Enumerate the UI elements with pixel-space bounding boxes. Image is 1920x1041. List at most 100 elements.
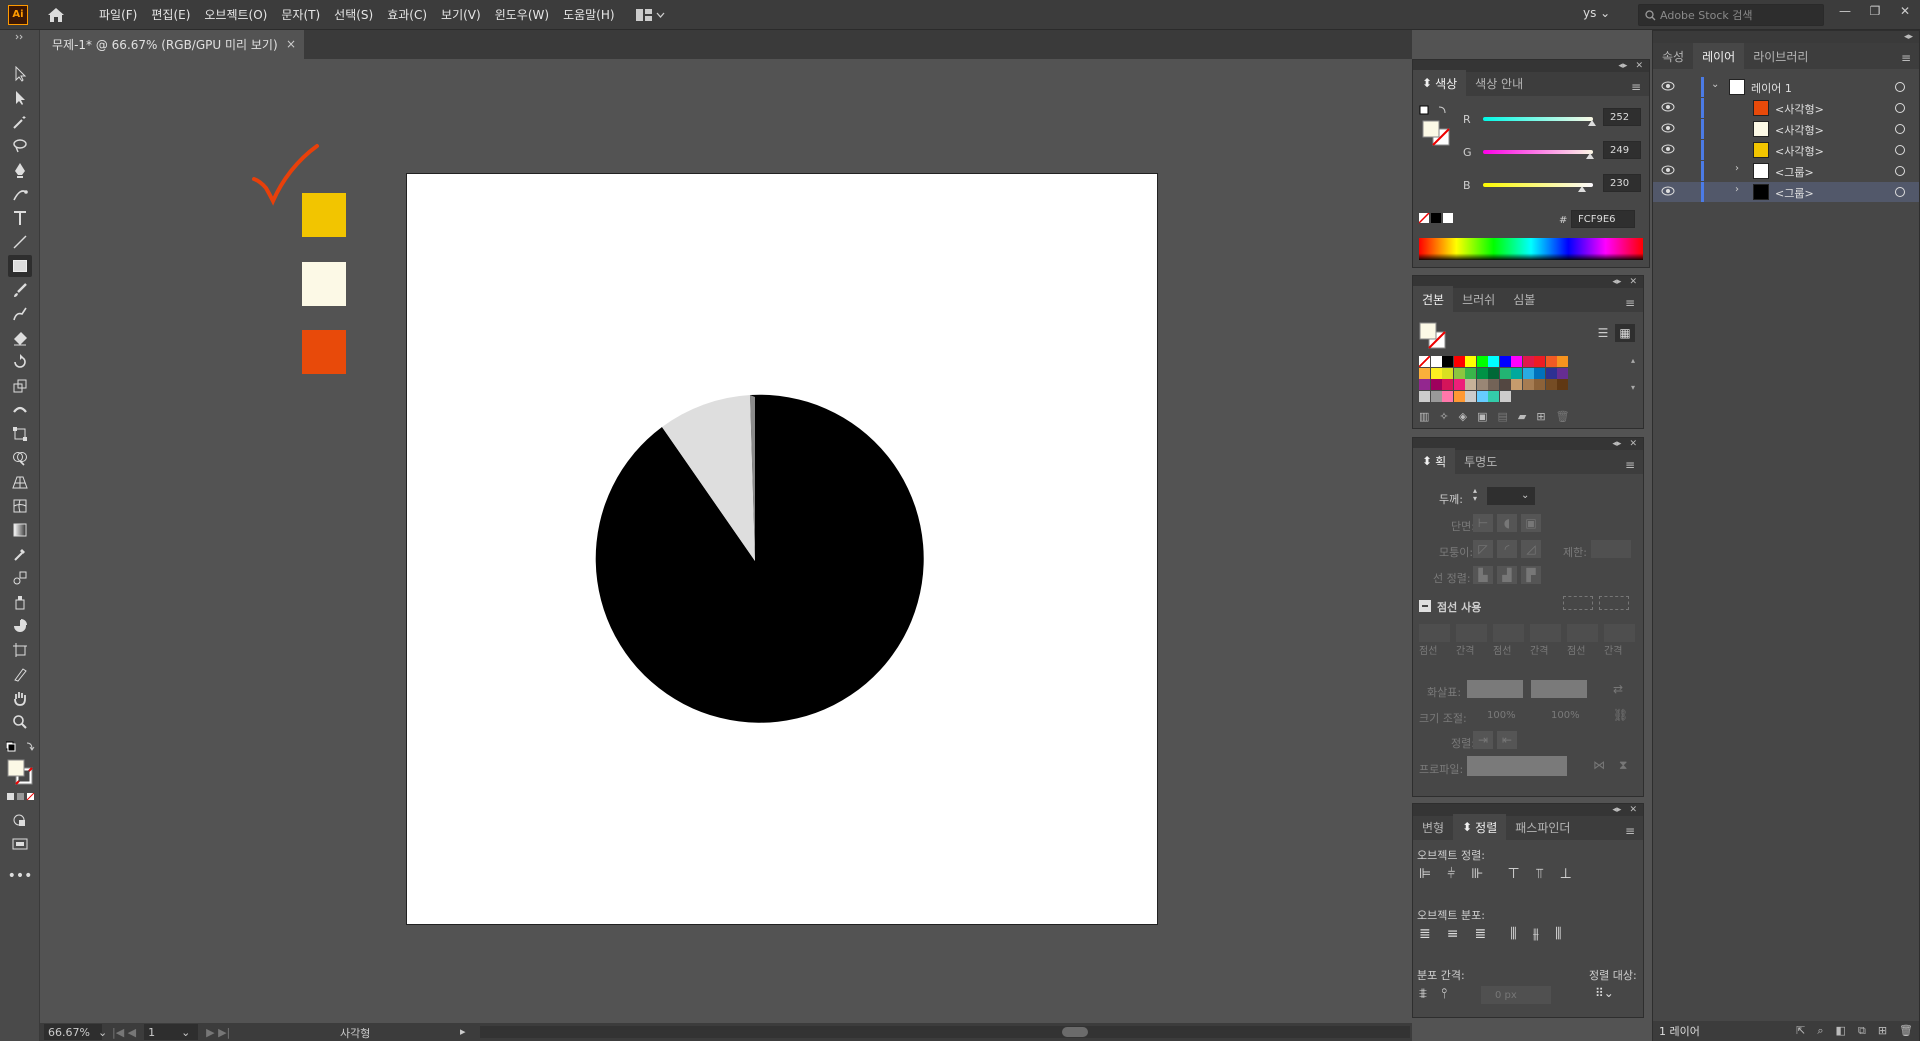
swatch-chip[interactable] [1442,390,1453,402]
zoom-tool-icon[interactable] [8,711,32,733]
swatch-chip[interactable] [1453,356,1465,367]
layer-row-rect-3[interactable]: <사각형> [1653,140,1919,160]
swatch-chip[interactable] [1430,367,1442,379]
status-arrow-icon[interactable]: ▸ [460,1025,466,1038]
pen-tool-icon[interactable] [8,159,32,181]
swatch-chip[interactable] [1511,379,1522,390]
align-vcenter-icon[interactable]: ⫪ [1536,866,1544,882]
distribute-bottom-icon[interactable]: ≣ [1474,926,1486,942]
target-circle-icon[interactable] [1895,103,1905,113]
swatch-chip[interactable] [1465,379,1476,390]
end-arrowhead-select[interactable] [1531,680,1587,698]
swatch-chip[interactable] [1419,379,1430,390]
swatch-chip[interactable] [1545,367,1557,379]
panel-menu-icon[interactable]: ≡ [1631,80,1641,94]
eyedropper-tool-icon[interactable] [8,543,32,565]
object-name[interactable]: <사각형> [1775,122,1824,138]
screen-mode-icon[interactable] [8,833,32,855]
align-left-icon[interactable]: ⊫ [1419,866,1431,882]
swatch-chip[interactable] [1522,356,1534,367]
tab-color[interactable]: ⬍ 색상 [1413,70,1467,96]
pie-graphic[interactable] [407,174,1157,924]
visibility-eye-icon[interactable] [1661,102,1675,115]
swatch-chip[interactable] [1534,367,1545,379]
visibility-eye-icon[interactable] [1661,186,1675,199]
swatch-chip[interactable] [1430,379,1442,390]
swatch-chip[interactable] [1442,367,1453,379]
visibility-eye-icon[interactable] [1661,165,1675,178]
artboard-last-icon[interactable]: ▶ ▶| [206,1026,230,1039]
clipping-mask-icon[interactable]: ◧ [1836,1024,1846,1038]
gradient-tool-icon[interactable] [8,519,32,541]
symbol-sprayer-tool-icon[interactable] [8,591,32,613]
distribute-left-icon[interactable]: ⫼ [1510,926,1516,942]
minimize-button[interactable]: — [1830,0,1860,22]
panel-menu-icon[interactable]: ≡ [1625,458,1635,472]
add-to-swatches-icon[interactable]: ▣ [1477,410,1487,423]
weight-stepper[interactable]: ▴ ▾ [1473,487,1485,505]
home-icon[interactable] [42,1,70,29]
swatch-chip[interactable] [1545,356,1557,367]
close-icon[interactable]: × [286,37,296,51]
swatch-chip[interactable] [1453,390,1465,402]
artboard-first-icon[interactable]: |◀ ◀ [112,1026,136,1039]
hand-tool-icon[interactable] [8,687,32,709]
hex-input[interactable]: FCF9E6 [1571,210,1635,228]
blend-tool-icon[interactable] [8,567,32,589]
swatch-chip[interactable] [1557,367,1568,379]
swatch-chip[interactable] [1476,356,1488,367]
delete-layer-icon[interactable]: 🗑 [1899,1024,1913,1038]
object-name[interactable]: <사각형> [1775,143,1824,159]
eraser-tool-icon[interactable] [8,327,32,349]
distribute-vcenter-icon[interactable]: ≡ [1447,926,1459,942]
panel-menu-icon[interactable]: ≡ [1625,824,1635,838]
layer-row-group-1[interactable]: › <그룹> [1653,161,1919,181]
layer-name[interactable]: 레이어 1 [1751,80,1792,96]
align-inside-stroke-icon[interactable]: ▟ [1497,566,1517,584]
target-circle-icon[interactable] [1895,124,1905,134]
rotate-tool-icon[interactable] [8,351,32,373]
scale-tool-icon[interactable] [8,375,32,397]
swatch-chip[interactable] [1442,356,1453,367]
swatch-chip[interactable] [1419,367,1430,379]
tab-brushes[interactable]: 브러쉬 [1453,286,1504,312]
gap-input[interactable] [1530,624,1561,642]
rectangle-tool-icon[interactable] [8,255,32,277]
projecting-cap-icon[interactable]: ▣ [1521,514,1541,532]
swatch-chip[interactable] [1465,367,1476,379]
target-circle-icon[interactable] [1895,145,1905,155]
swatch-chip[interactable] [1430,356,1442,367]
horizontal-distribute-space-icon[interactable]: ⫯ [1441,986,1447,1002]
menu-file[interactable]: 파일(F) [92,0,144,30]
drawing-mode-icon[interactable] [8,809,32,831]
arrow-extend-icon[interactable]: ⇥ [1473,731,1493,749]
new-color-group-icon[interactable]: ▰ [1518,410,1526,423]
locate-object-icon[interactable]: ⌕ [1817,1024,1823,1038]
r-slider[interactable] [1483,117,1593,121]
b-slider-handle[interactable] [1578,186,1587,192]
swatch-chip[interactable] [1511,367,1522,379]
zoom-select[interactable]: 66.67% ⌄ [44,1024,107,1040]
edit-toolbar-more-icon[interactable]: ••• [8,865,33,887]
menu-type[interactable]: 문자(T) [274,0,327,30]
tab-layers[interactable]: 레이어 [1693,43,1745,69]
dash-adjust-icon[interactable] [1599,596,1629,610]
layer-row-rect-1[interactable]: <사각형> [1653,98,1919,118]
expand-chevron-icon[interactable]: ⌄ [1711,79,1719,90]
align-top-icon[interactable]: ⊤ [1507,866,1519,882]
expand-chevron-icon[interactable]: › [1735,163,1739,174]
align-hcenter-icon[interactable]: ⫩ [1447,866,1455,882]
tab-color-guide[interactable]: 색상 안내 [1466,70,1532,96]
swatch-chip[interactable] [1476,367,1488,379]
dash-input[interactable] [1419,624,1450,642]
shape-builder-tool-icon[interactable] [8,447,32,469]
tab-properties[interactable]: 속성 [1653,43,1693,69]
type-tool-icon[interactable] [8,207,32,229]
g-slider[interactable] [1483,150,1593,154]
mesh-tool-icon[interactable] [8,495,32,517]
yellow-square[interactable] [302,193,346,237]
visibility-eye-icon[interactable] [1661,123,1675,136]
new-sublayer-icon[interactable]: ⧉ [1858,1024,1866,1038]
dash-input[interactable] [1493,624,1524,642]
restore-button[interactable]: ❐ [1860,0,1890,22]
